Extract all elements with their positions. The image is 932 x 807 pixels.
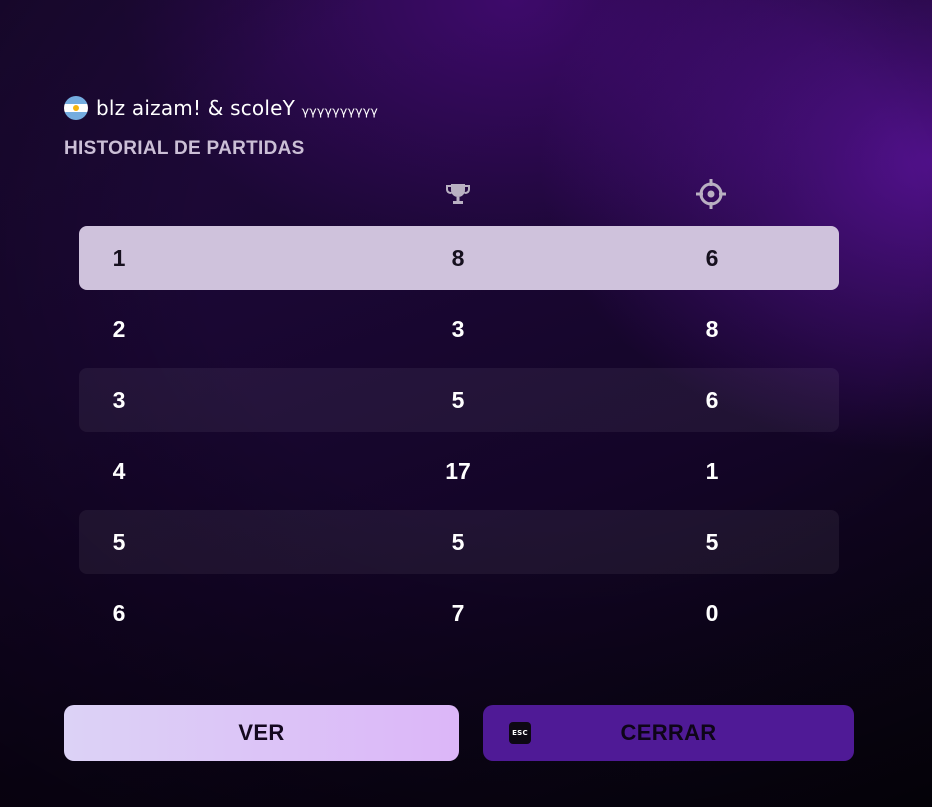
row-trophies: 5	[451, 387, 465, 413]
trophy-icon	[442, 178, 474, 210]
page-title: HISTORIAL DE PARTIDAS	[64, 138, 305, 159]
row-kills: 6	[705, 245, 719, 271]
row-index: 5	[112, 529, 126, 555]
view-button[interactable]: VER	[64, 705, 459, 761]
row-kills: 5	[705, 529, 719, 555]
player-header: blz aizam! & scoleY ᵧᵧᵧᵧᵧᵧᵧᵧᵧᵧ	[64, 94, 378, 122]
close-button[interactable]: ESC CERRAR	[483, 705, 854, 761]
row-trophies: 3	[451, 316, 465, 342]
argentina-flag-icon	[64, 96, 88, 120]
player-name: blz aizam! & scoleY ᵧᵧᵧᵧᵧᵧᵧᵧᵧᵧ	[96, 96, 379, 120]
row-kills: 0	[705, 600, 719, 626]
table-row[interactable]: 4 17 1	[79, 439, 839, 503]
row-index: 4	[112, 458, 126, 484]
row-kills: 8	[705, 316, 719, 342]
row-index: 3	[112, 387, 126, 413]
close-button-label: CERRAR	[620, 720, 717, 745]
row-index: 2	[112, 316, 126, 342]
crosshair-icon	[695, 178, 727, 210]
table-row[interactable]: 6 7 0	[79, 581, 839, 645]
table-row[interactable]: 1 8 6	[79, 226, 839, 290]
row-kills: 6	[705, 387, 719, 413]
table-row[interactable]: 5 5 5	[79, 510, 839, 574]
esc-key-icon: ESC	[509, 722, 531, 744]
row-kills: 1	[705, 458, 719, 484]
table-row[interactable]: 2 3 8	[79, 297, 839, 361]
match-history-table: 1 8 6 2 3 8 3 5 6 4 17 1 5 5 5 6 7 0	[79, 226, 839, 652]
row-trophies: 5	[451, 529, 465, 555]
table-row[interactable]: 3 5 6	[79, 368, 839, 432]
row-trophies: 8	[451, 245, 465, 271]
row-index: 1	[112, 245, 126, 271]
view-button-label: VER	[238, 720, 285, 745]
row-index: 6	[112, 600, 126, 626]
row-trophies: 7	[451, 600, 465, 626]
row-trophies: 17	[445, 458, 471, 484]
